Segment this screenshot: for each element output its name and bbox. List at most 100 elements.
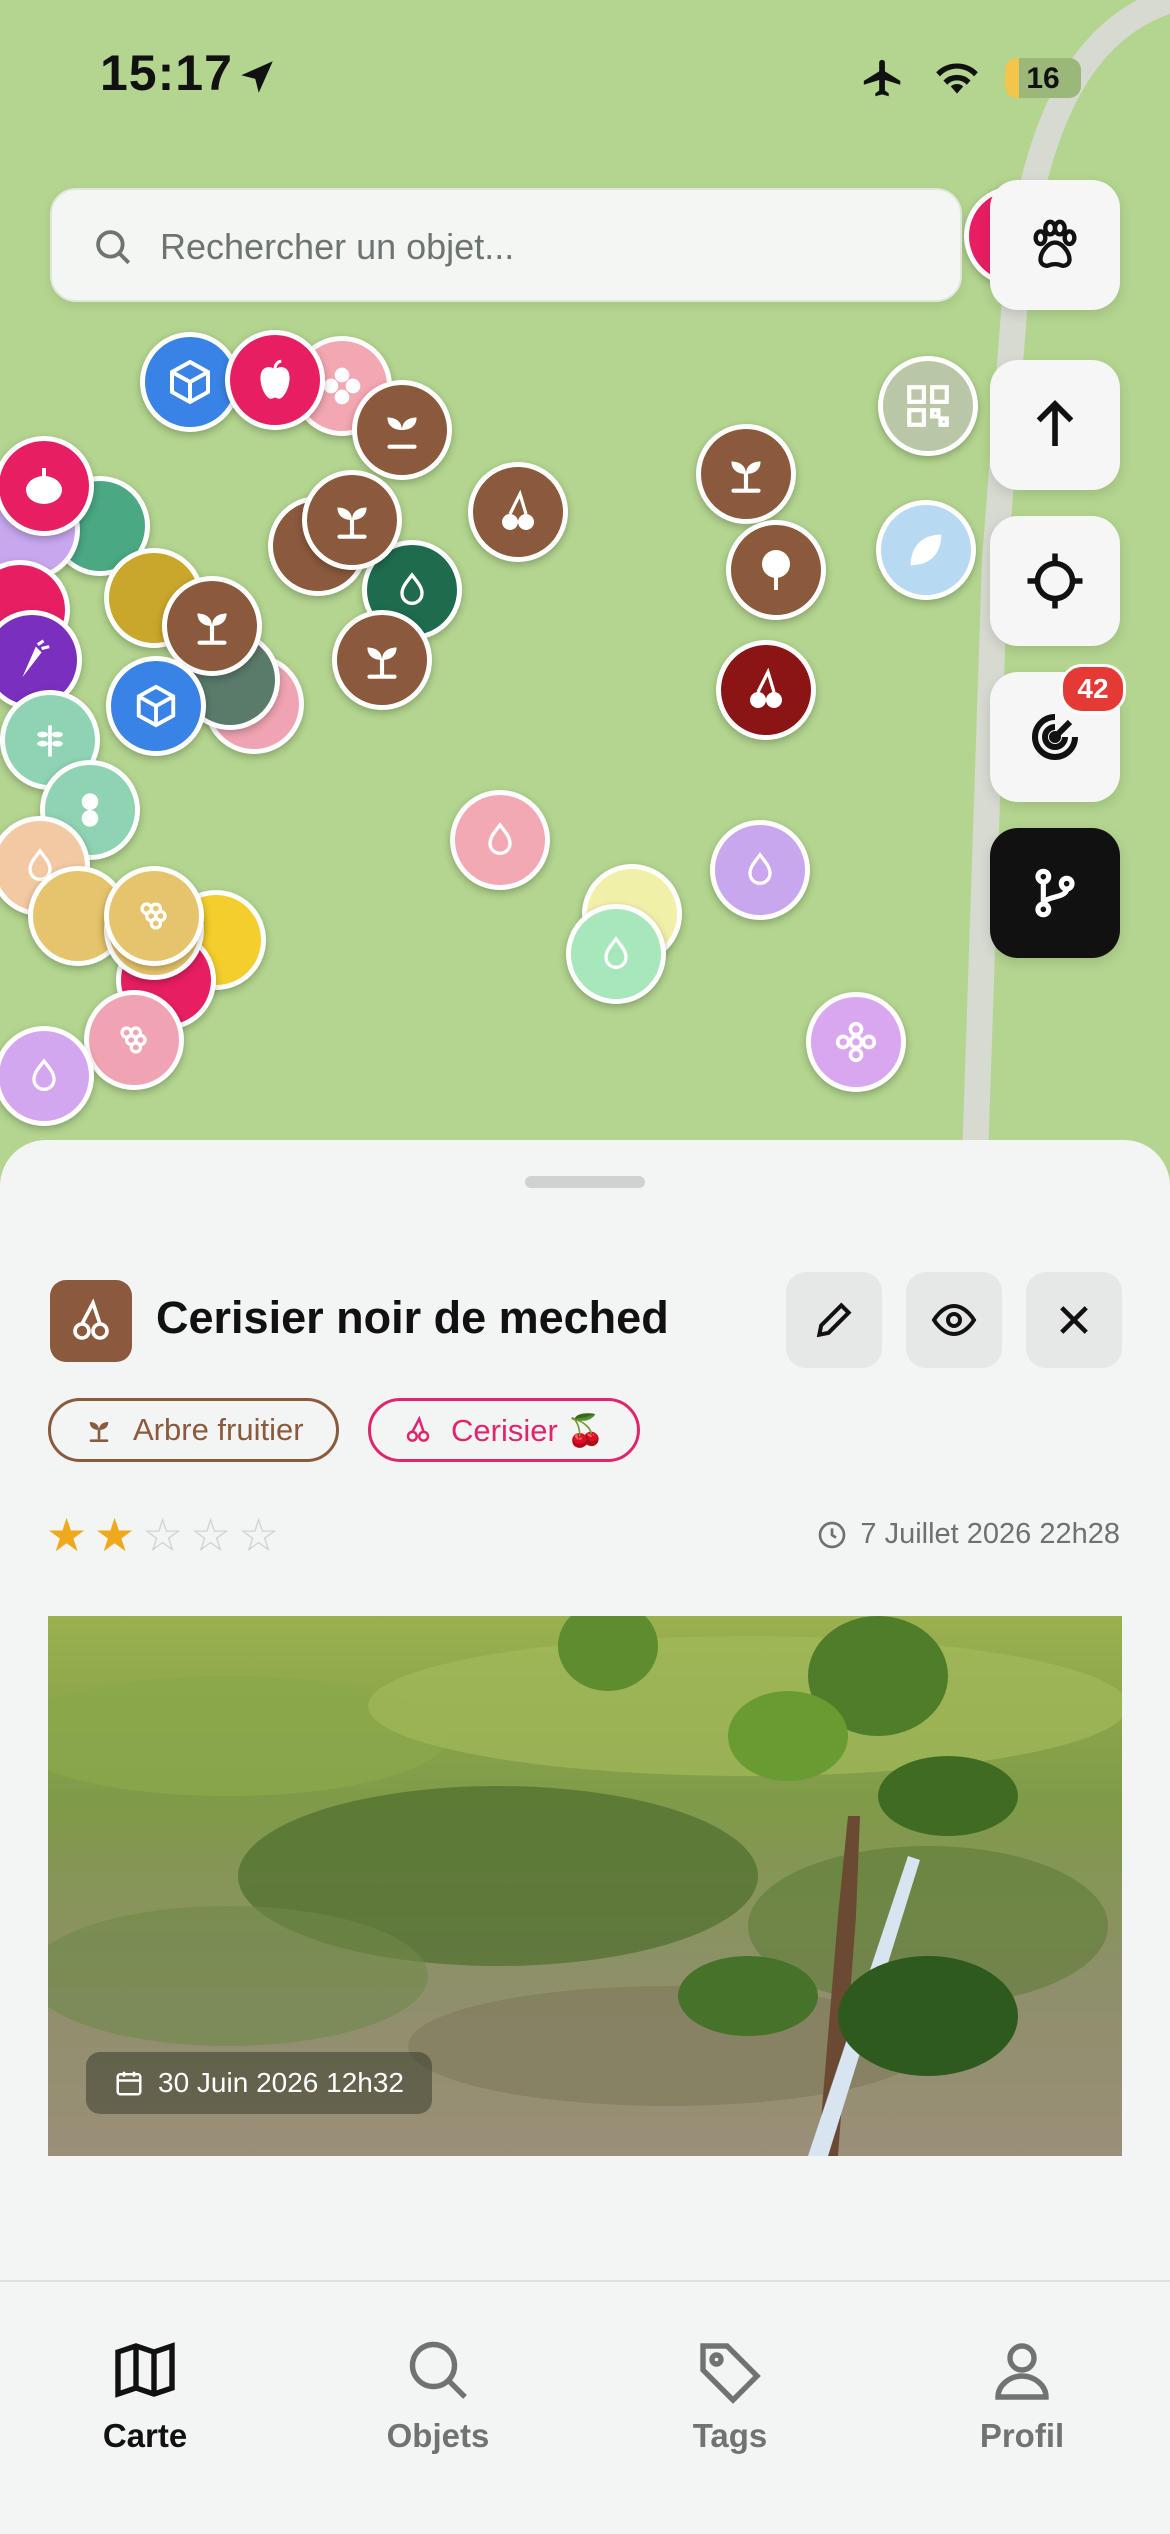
status-bar: 15:17 16	[0, 0, 1170, 150]
grapes-icon	[140, 902, 167, 930]
drop-icon	[32, 1058, 56, 1091]
map-pin[interactable]	[332, 610, 432, 710]
tag-label: Cerisier 🍒	[451, 1412, 606, 1448]
map-pin[interactable]	[806, 992, 906, 1092]
object-title: Cerisier noir de meched	[156, 1292, 669, 1343]
object-photo[interactable]: 30 Juin 2026 12h32	[48, 1616, 1122, 2156]
map-pin[interactable]	[876, 500, 976, 600]
leaf-icon	[910, 534, 942, 566]
qr-icon	[907, 385, 949, 427]
search-placeholder: Rechercher un objet...	[160, 226, 515, 267]
drop-icon	[400, 572, 424, 605]
map-pin[interactable]	[726, 520, 826, 620]
object-detail-sheet: Cerisier noir de meched Arbre fruitier C…	[0, 1140, 1170, 2280]
grapes-icon	[120, 1026, 147, 1054]
eye-icon	[931, 1303, 977, 1337]
tag-chip-arbre-fruitier[interactable]: Arbre fruitier	[48, 1398, 339, 1462]
close-button[interactable]	[1026, 1272, 1122, 1368]
map-pin[interactable]	[468, 462, 568, 562]
map-pin[interactable]	[106, 656, 206, 756]
drop-icon	[748, 852, 772, 885]
radar-button[interactable]: 42	[990, 664, 1126, 802]
map-pin[interactable]	[710, 820, 810, 920]
tag-chip-cerisier[interactable]: Cerisier 🍒	[368, 1398, 641, 1462]
star-icon[interactable]: ★	[46, 1508, 94, 1562]
tab-label: Tags	[692, 2417, 768, 2454]
box-icon	[170, 359, 210, 405]
tag-icon	[700, 2343, 761, 2404]
apple-icon	[260, 359, 290, 399]
peanut-icon	[81, 793, 99, 827]
drop-icon	[604, 936, 628, 969]
pet-filter-button[interactable]	[990, 180, 1120, 310]
star-icon[interactable]: ☆	[190, 1508, 238, 1562]
sheet-drag-handle[interactable]	[525, 1176, 645, 1188]
flower-icon	[323, 367, 361, 405]
wheat-icon	[37, 725, 63, 757]
map-icon	[115, 2342, 175, 2398]
sprout-icon	[387, 417, 417, 449]
edit-button[interactable]	[786, 1272, 882, 1368]
sprout-icon	[197, 613, 227, 645]
tab-label: Profil	[979, 2417, 1065, 2454]
photo-date-text: 30 Juin 2026 12h32	[158, 2067, 404, 2098]
person-icon	[995, 2343, 1049, 2400]
map-pin[interactable]	[878, 356, 978, 456]
map-pin[interactable]	[696, 424, 796, 524]
map-pin[interactable]	[566, 904, 666, 1004]
star-icon[interactable]: ☆	[142, 1508, 190, 1562]
box-icon	[136, 684, 176, 728]
crosshair-icon	[1027, 553, 1083, 609]
battery-indicator: 16	[1005, 58, 1081, 98]
cherry-icon	[406, 1415, 430, 1442]
tag-label: Arbre fruitier	[133, 1412, 304, 1447]
map-pin[interactable]	[84, 990, 184, 1090]
created-date: 7 Juillet 2026 22h28	[816, 1518, 1120, 1551]
sprout-icon	[731, 461, 761, 493]
wifi-icon	[936, 63, 978, 94]
clock-icon	[819, 1521, 846, 1548]
locate-me-button[interactable]	[990, 516, 1120, 646]
star-icon[interactable]: ☆	[238, 1508, 286, 1562]
cherry-icon	[73, 1298, 109, 1340]
tab-carte[interactable]: Carte	[45, 2334, 245, 2455]
map-pin[interactable]	[225, 330, 325, 430]
tab-tags[interactable]: Tags	[630, 2334, 830, 2455]
view-button[interactable]	[906, 1272, 1002, 1368]
tab-label: Objets	[386, 2417, 490, 2454]
tab-bar: Carte Objets Tags Profil	[0, 2280, 1170, 2534]
arrow-up-icon	[1036, 400, 1074, 446]
radar-icon	[1032, 714, 1078, 760]
tree-icon	[762, 550, 790, 590]
sprout-icon	[337, 507, 367, 539]
notification-badge: 42	[1060, 664, 1126, 714]
pencil-icon	[816, 1302, 852, 1338]
tab-profil[interactable]: Profil	[922, 2334, 1122, 2455]
branch-button[interactable]	[990, 828, 1120, 958]
calendar-icon	[116, 2071, 142, 2096]
pumpkin-icon	[26, 468, 62, 504]
map-pin[interactable]	[450, 790, 550, 890]
flower-icon	[835, 1021, 877, 1063]
map-pin[interactable]	[302, 470, 402, 570]
airplane-icon	[863, 59, 901, 97]
sprout-icon	[89, 1422, 109, 1442]
rating-stars[interactable]: ★ ★ ☆ ☆ ☆	[46, 1508, 286, 1562]
tab-label: Carte	[102, 2417, 188, 2454]
paw-icon	[1033, 219, 1077, 268]
drop-icon	[488, 822, 512, 855]
location-arrow-icon	[241, 61, 273, 93]
sprout-icon	[367, 647, 397, 679]
git-branch-icon	[1035, 868, 1075, 918]
tab-objets[interactable]: Objets	[338, 2334, 538, 2455]
status-time: 15:17	[100, 45, 233, 101]
battery-level: 16	[1026, 62, 1060, 95]
compass-button[interactable]	[990, 360, 1120, 490]
search-icon	[409, 2341, 467, 2399]
map-pin[interactable]	[716, 640, 816, 740]
map-pin[interactable]	[104, 866, 204, 966]
star-icon[interactable]: ★	[94, 1508, 142, 1562]
carrot-icon	[22, 639, 50, 678]
map-pin[interactable]	[352, 380, 452, 480]
search-bar[interactable]: Rechercher un objet...	[50, 188, 962, 302]
